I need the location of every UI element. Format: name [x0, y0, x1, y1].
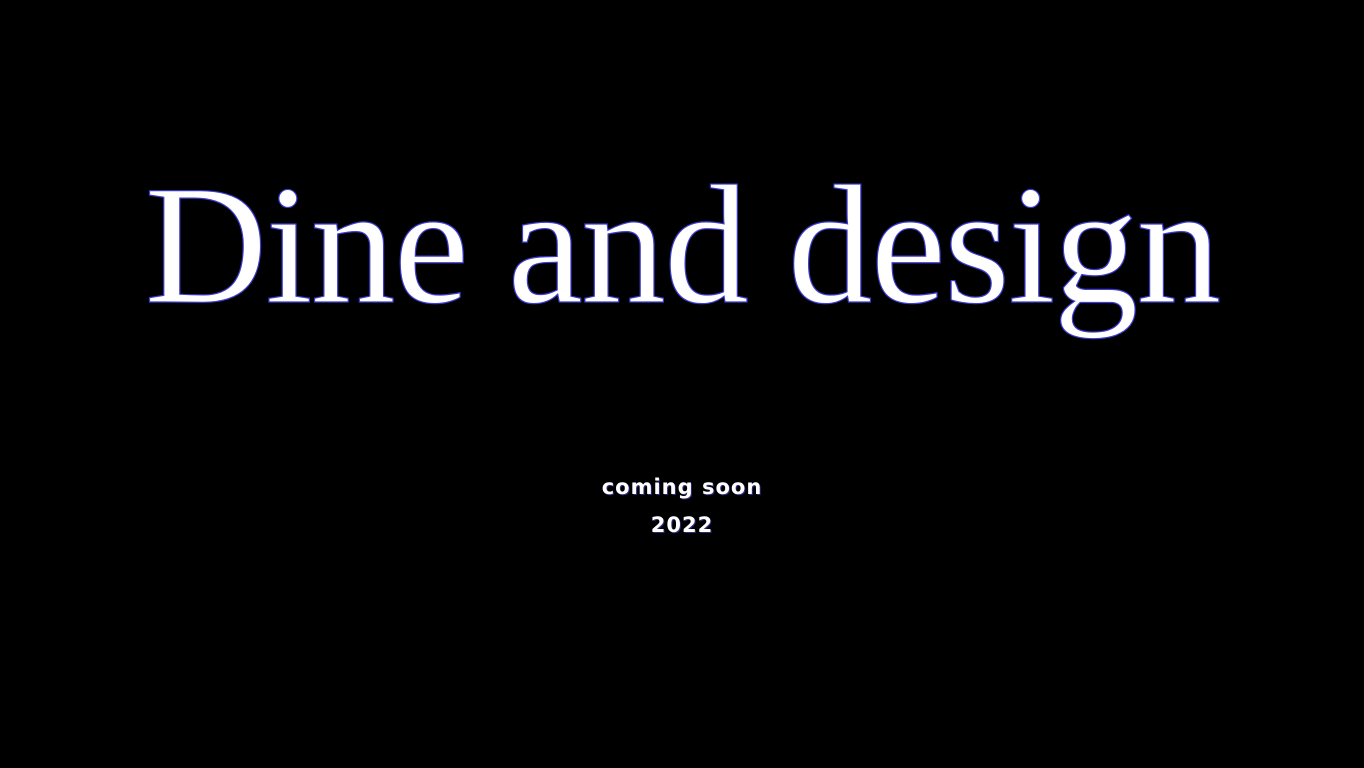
landing-page: Dine and design coming soon 2022: [0, 0, 1364, 768]
coming-soon-block: coming soon 2022: [0, 468, 1364, 544]
launch-year-text: 2022: [650, 513, 714, 537]
hero-title: Dine and design: [144, 151, 1222, 339]
coming-soon-text: coming soon: [601, 475, 763, 499]
